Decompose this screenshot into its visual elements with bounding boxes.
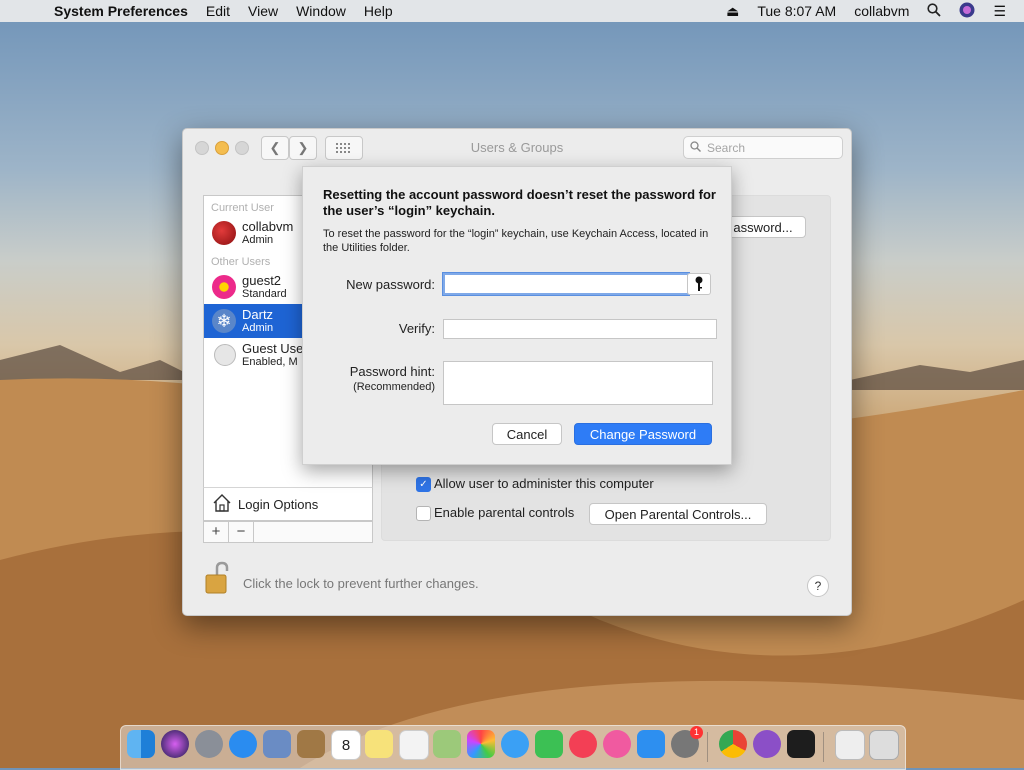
news-icon[interactable]	[569, 730, 597, 758]
messages-icon[interactable]	[501, 730, 529, 758]
house-icon	[212, 493, 232, 516]
user-role: Admin	[242, 321, 274, 334]
calendar-icon[interactable]: 8	[331, 730, 361, 760]
downloads-stack-icon[interactable]	[835, 730, 865, 760]
allow-admin-label: Allow user to administer this computer	[434, 476, 654, 491]
menu-edit[interactable]: Edit	[206, 3, 230, 19]
guest-avatar-icon	[214, 344, 236, 366]
lock-icon[interactable]	[203, 561, 233, 595]
user-name: collabvm	[242, 218, 294, 234]
search-placeholder: Search	[707, 140, 746, 155]
password-assistant-key-icon[interactable]	[687, 273, 711, 295]
login-options-label: Login Options	[238, 496, 319, 512]
dock-separator	[823, 732, 824, 762]
new-password-field[interactable]	[443, 273, 689, 295]
spotlight-search-icon[interactable]	[927, 2, 942, 20]
lock-text: Click the lock to prevent further change…	[243, 576, 479, 591]
menu-view[interactable]: View	[248, 3, 278, 19]
notification-center-icon[interactable]: ☰	[993, 3, 1006, 20]
system-preferences-icon[interactable]: 1	[671, 726, 703, 758]
snowflake-avatar-icon: ❄	[212, 309, 236, 333]
safari-icon[interactable]	[229, 730, 257, 758]
app-store-icon[interactable]	[637, 730, 665, 758]
add-remove-bar: + −	[203, 521, 373, 543]
menu-clock[interactable]: Tue 8:07 AM	[757, 3, 836, 19]
avatar	[212, 221, 236, 245]
user-name: Dartz	[242, 306, 274, 322]
photos-icon[interactable]	[467, 730, 495, 758]
app-icon[interactable]	[753, 730, 781, 758]
launchpad-icon[interactable]	[195, 730, 223, 758]
music-icon[interactable]	[603, 730, 631, 758]
maps-icon[interactable]	[433, 730, 461, 758]
dock-separator	[707, 732, 708, 762]
password-hint-field[interactable]	[443, 361, 713, 405]
user-name: Guest Use	[242, 340, 304, 356]
user-role: Standard	[242, 287, 287, 300]
menu-window[interactable]: Window	[296, 3, 346, 19]
menu-help[interactable]: Help	[364, 3, 393, 19]
menu-username[interactable]: collabvm	[854, 3, 909, 19]
search-input[interactable]: Search	[683, 136, 843, 159]
dock: 8 1	[120, 725, 906, 770]
user-name: guest2	[242, 272, 282, 288]
notes-icon[interactable]	[365, 730, 393, 758]
sheet-heading: Resetting the account password doesn’t r…	[323, 187, 716, 218]
user-role: Admin	[242, 233, 274, 246]
parental-controls-checkbox[interactable]	[416, 506, 431, 521]
menu-bar: System Preferences Edit View Window Help…	[0, 0, 1024, 22]
finder-icon[interactable]	[127, 730, 155, 758]
add-user-button[interactable]: +	[204, 522, 229, 542]
badge-count: 1	[690, 726, 703, 739]
change-password-confirm-button[interactable]: Change Password	[574, 423, 712, 445]
user-role: Enabled, M	[242, 355, 298, 368]
parental-controls-label: Enable parental controls	[434, 505, 575, 520]
reminders-icon[interactable]	[399, 730, 429, 760]
facetime-icon[interactable]	[535, 730, 563, 758]
title-bar: ❮ ❯ Users & Groups Search	[183, 129, 851, 167]
siri-dock-icon[interactable]	[161, 730, 189, 758]
change-password-button[interactable]: assword...	[720, 216, 806, 238]
chrome-icon[interactable]	[719, 730, 747, 758]
verify-label: Verify:	[398, 321, 435, 336]
search-icon	[690, 140, 701, 155]
remove-user-button[interactable]: −	[229, 522, 254, 542]
allow-admin-checkbox[interactable]: ✓	[416, 477, 431, 492]
password-hint-label: Password hint:	[349, 364, 435, 379]
verify-field[interactable]	[443, 319, 717, 339]
help-button[interactable]: ?	[807, 575, 829, 597]
password-hint-sub-label: (Recommended)	[353, 381, 435, 393]
mail-icon[interactable]	[263, 730, 291, 758]
terminal-icon[interactable]	[787, 730, 815, 758]
new-password-label: New password:	[346, 277, 435, 292]
siri-icon[interactable]	[959, 2, 975, 21]
contacts-icon[interactable]	[297, 730, 325, 758]
calendar-day: 8	[341, 737, 351, 754]
reset-password-sheet: Resetting the account password doesn’t r…	[302, 166, 732, 465]
trash-icon[interactable]	[869, 730, 899, 760]
avatar	[212, 275, 236, 299]
menu-app-name[interactable]: System Preferences	[54, 3, 188, 19]
login-options-item[interactable]: Login Options	[203, 487, 373, 521]
cancel-button[interactable]: Cancel	[492, 423, 562, 445]
eject-icon[interactable]: ⏏	[726, 3, 739, 20]
sheet-info: To reset the password for the “login” ke…	[323, 228, 709, 254]
open-parental-controls-button[interactable]: Open Parental Controls...	[589, 503, 767, 525]
